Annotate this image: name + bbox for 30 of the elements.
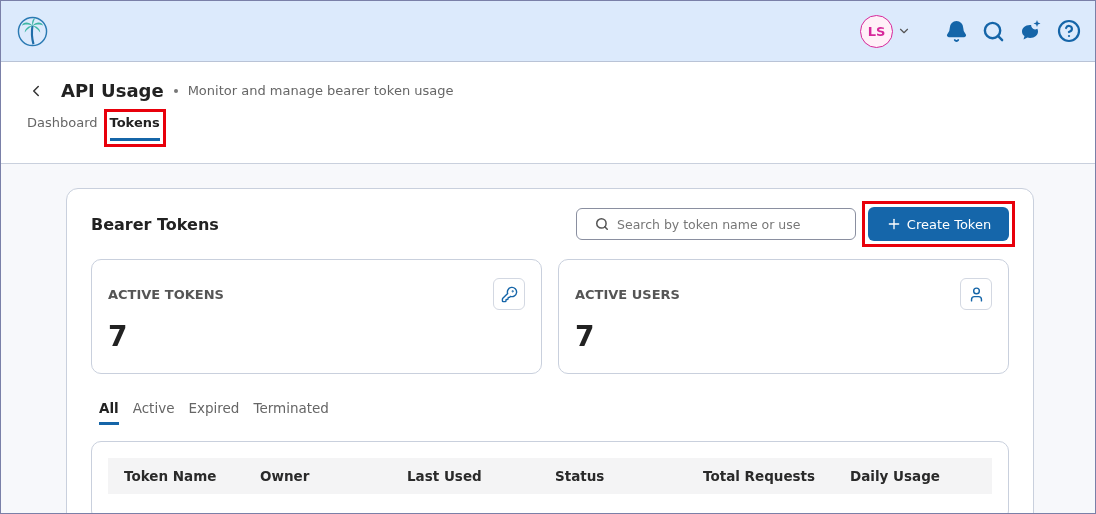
search-icon[interactable] xyxy=(982,19,1005,43)
page-tab[interactable]: Tokens xyxy=(109,115,160,141)
key-icon xyxy=(500,285,518,303)
column-header: Status xyxy=(555,468,606,484)
filter-tab[interactable]: All xyxy=(99,400,119,425)
chat-sparkle-icon[interactable] xyxy=(1019,19,1043,43)
create-token-button[interactable]: Create Token xyxy=(868,207,1009,241)
search-icon xyxy=(595,217,609,231)
column-header: Owner xyxy=(260,468,311,484)
column-header: Total Requests xyxy=(703,468,817,484)
user-avatar[interactable]: LS xyxy=(860,14,893,48)
column-header: Token Name xyxy=(124,468,218,484)
filter-tab[interactable]: Active xyxy=(132,400,175,425)
card-title: Bearer Tokens xyxy=(91,214,220,234)
page-subtitle: Monitor and manage bearer token usage xyxy=(187,83,454,98)
stat-label: ACTIVE USERS xyxy=(575,286,680,302)
column-header: Last Used xyxy=(407,468,483,484)
search-field[interactable]: Search by token name or use xyxy=(576,208,856,240)
filter-tab[interactable]: Terminated xyxy=(253,400,329,425)
help-icon[interactable] xyxy=(1057,19,1081,43)
stat-value: 7 xyxy=(575,320,596,353)
page-title: API Usage xyxy=(61,80,164,101)
filter-tab[interactable]: Expired xyxy=(188,400,240,425)
notifications-icon[interactable] xyxy=(945,19,968,43)
stat-value: 7 xyxy=(108,320,129,353)
separator-dot xyxy=(173,88,178,93)
stat-label: ACTIVE TOKENS xyxy=(108,286,224,302)
column-header: Daily Usage xyxy=(850,468,941,484)
page-tab[interactable]: Dashboard xyxy=(27,115,98,141)
palm-tree-logo xyxy=(17,15,48,47)
